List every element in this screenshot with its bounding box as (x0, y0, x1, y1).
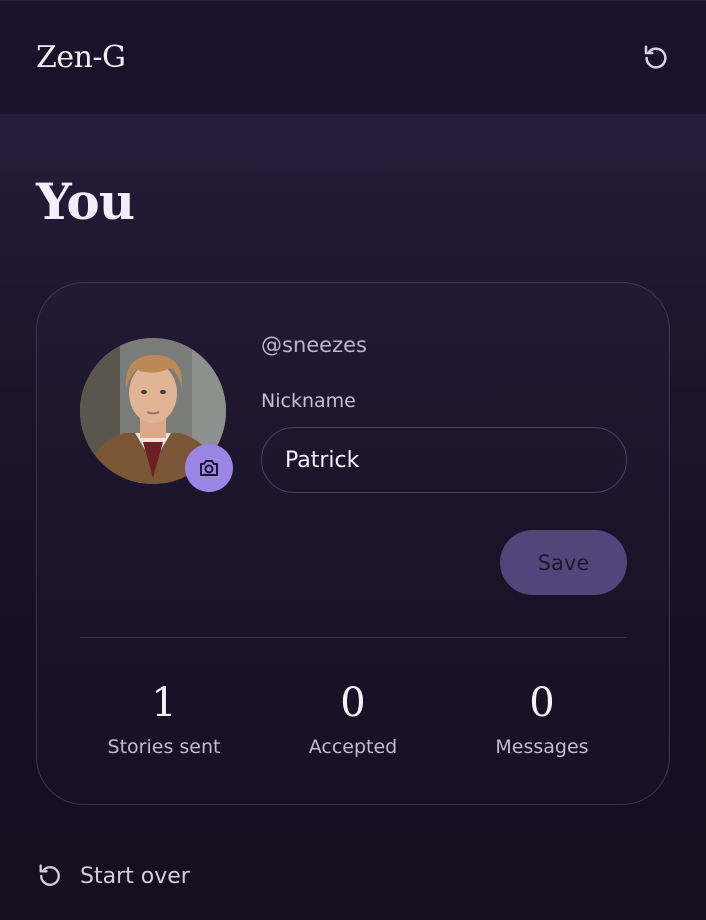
divider (80, 637, 627, 638)
username-handle: @sneezes (261, 333, 367, 357)
stat-accepted: 0 Accepted (263, 678, 443, 758)
stat-value: 1 (151, 680, 177, 726)
stat-messages: 0 Messages (452, 678, 632, 758)
nickname-input[interactable] (261, 427, 627, 493)
page-title: You (36, 172, 135, 231)
change-photo-button[interactable] (185, 444, 233, 492)
stat-label: Accepted (308, 736, 398, 758)
refresh-icon (644, 45, 667, 69)
stat-label: Messages (495, 736, 589, 758)
avatar-container (80, 338, 233, 492)
restart-icon (39, 864, 60, 886)
refresh-button[interactable] (636, 38, 676, 78)
start-over-button[interactable]: Start over (36, 862, 190, 890)
stats-row: 1 Stories sent 0 Accepted 0 Messages (80, 678, 627, 768)
stat-stories-sent: 1 Stories sent (74, 678, 254, 758)
top-bar: Zen-G (0, 0, 706, 114)
start-over-label: Start over (80, 863, 190, 889)
save-button[interactable]: Save (500, 530, 627, 595)
profile-card: @sneezes Nickname Save 1 Stories sent 0 … (36, 282, 670, 805)
stat-value: 0 (529, 680, 555, 726)
camera-icon (200, 460, 218, 476)
nickname-label: Nickname (261, 390, 356, 412)
brand-logo[interactable]: Zen-G (36, 40, 126, 75)
stat-value: 0 (340, 680, 366, 726)
stat-label: Stories sent (107, 736, 221, 758)
